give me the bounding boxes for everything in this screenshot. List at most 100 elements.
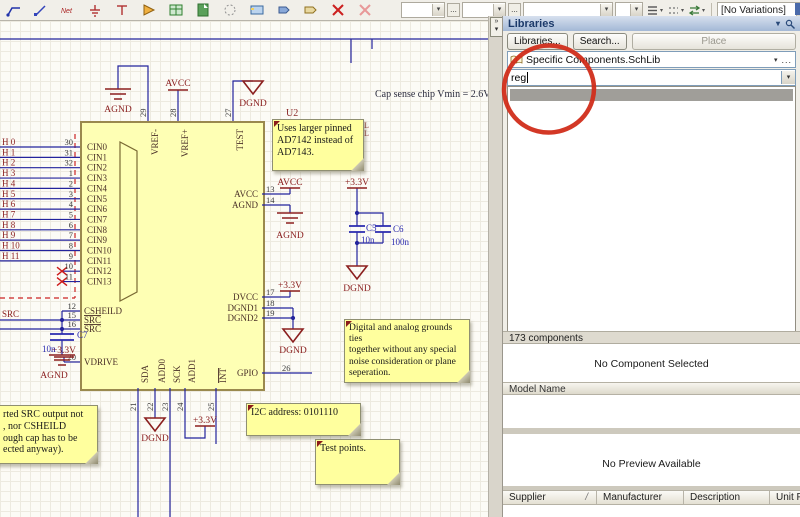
swap-arrows-menu-button[interactable]: ▾ xyxy=(687,3,706,17)
library-selector[interactable]: Specific Components.SchLib ▾ ... xyxy=(507,51,796,68)
sheet-symbol-icon[interactable] xyxy=(249,2,265,18)
note-collapse-triangle xyxy=(274,121,280,127)
model-list[interactable] xyxy=(503,395,800,428)
filter-input-value: reg xyxy=(508,72,526,84)
power-label: +3.3V xyxy=(345,178,369,188)
libraries-panel: Libraries ▾ Libraries... Search... Place… xyxy=(502,16,800,517)
pin-number: 20 xyxy=(68,352,77,362)
junction-dot xyxy=(60,318,64,322)
net-label: H 0 xyxy=(2,137,16,147)
schematic-note[interactable]: Digital and analog grounds tiestogether … xyxy=(344,319,470,383)
schematic-note[interactable]: Test points. xyxy=(315,439,400,485)
toolbar-dropdown-1[interactable]: ▾ xyxy=(401,2,445,18)
schematic-note[interactable]: Uses larger pinnedAD7142 instead ofAD714… xyxy=(272,119,364,171)
chevron-down-icon: ▾ xyxy=(630,4,642,16)
no-erc-mark xyxy=(57,278,67,286)
sheet-file-icon[interactable] xyxy=(195,2,211,18)
filter-combobox[interactable]: reg ▾ xyxy=(507,69,796,86)
panel-menu-icon[interactable]: ▾ xyxy=(776,19,780,28)
annotation-text: Cap sense chip Vmin = 2.6V xyxy=(375,89,488,100)
no-preview-text: No Preview Available xyxy=(602,458,700,470)
power-label: DGND xyxy=(279,346,307,356)
column-header-supplier[interactable]: Supplier/ xyxy=(503,491,597,504)
schematic-note[interactable]: rted SRC output not, nor CSHEILDough cap… xyxy=(0,405,98,464)
note-collapse-triangle xyxy=(346,321,352,327)
no-erc-icon[interactable] xyxy=(330,2,346,18)
schematic-note[interactable]: I2C address: 0101110 xyxy=(246,403,361,436)
junction-dot xyxy=(60,327,64,331)
no-component-area: No Component Selected xyxy=(503,344,800,382)
pin-number: 32 xyxy=(65,158,74,168)
pin-number: 1 xyxy=(69,168,73,178)
pin-number: 21 xyxy=(128,403,138,412)
lines-menu-button[interactable]: ▾ xyxy=(645,3,664,17)
sheet-entry-icon[interactable] xyxy=(276,2,292,18)
gnd-power-port-icon[interactable] xyxy=(87,2,103,18)
power-label: +3.3V xyxy=(193,416,217,426)
place-part-icon[interactable] xyxy=(141,2,157,18)
sort-indicator: / xyxy=(585,492,588,504)
chevron-down-icon: ▾ xyxy=(600,4,612,16)
chevron-down-icon[interactable]: ▾ xyxy=(770,56,782,64)
pin-number: 5 xyxy=(69,209,73,219)
libraries-button[interactable]: Libraries... xyxy=(507,33,568,50)
search-button[interactable]: Search... xyxy=(573,33,627,50)
column-header-manufacturer[interactable]: Manufacturer xyxy=(597,491,684,504)
no-erc-alt-icon[interactable] xyxy=(357,2,373,18)
pin-number: 12 xyxy=(68,301,77,311)
library-more-button[interactable]: ... xyxy=(781,55,795,65)
note-text: Uses larger pinnedAD7142 instead ofAD714… xyxy=(273,120,363,158)
shape-icon[interactable] xyxy=(222,2,238,18)
column-header-description[interactable]: Description xyxy=(684,491,770,504)
place-line-icon[interactable] xyxy=(33,2,49,18)
net-label: H 3 xyxy=(2,168,16,178)
note-text: I2C address: 0101110 xyxy=(247,404,360,419)
no-component-text: No Component Selected xyxy=(594,358,708,370)
toolbar-edge-icon[interactable] xyxy=(795,3,800,15)
column-header-unit-price[interactable]: Unit Price xyxy=(770,491,800,504)
net-label-icon[interactable]: Net xyxy=(60,2,76,18)
model-name-header[interactable]: Model Name xyxy=(503,382,800,395)
component-list[interactable] xyxy=(507,86,796,333)
pin-number: 11 xyxy=(65,272,73,282)
ground-triangle-symbol xyxy=(283,329,303,342)
pin-number: 26 xyxy=(282,363,291,373)
net-label: H 10 xyxy=(2,241,20,251)
place-button[interactable]: Place xyxy=(632,33,796,50)
ground-triangle-symbol xyxy=(347,266,367,279)
note-text: rted SRC output not, nor CSHEILDough cap… xyxy=(0,406,97,456)
port-icon[interactable] xyxy=(303,2,319,18)
chevron-down-icon[interactable]: ▾ xyxy=(781,71,795,84)
pin-number: 16 xyxy=(68,319,77,329)
pin-number: 30 xyxy=(65,137,74,147)
earth-ground-symbol xyxy=(105,89,131,99)
pin-number: 10 xyxy=(65,261,74,271)
preview-area: No Preview Available xyxy=(503,434,800,486)
component-value: 10n xyxy=(42,344,56,354)
ground-triangle-symbol xyxy=(243,81,263,94)
net-label: H 2 xyxy=(2,158,15,168)
pin-number: 29 xyxy=(138,109,148,118)
panel-rail: »▾ xyxy=(488,16,503,517)
sheet-table-icon[interactable] xyxy=(168,2,184,18)
chevron-down-icon: ▾ xyxy=(493,4,505,16)
browse-button-1[interactable]: ... xyxy=(447,3,460,17)
net-label: H 6 xyxy=(2,199,16,209)
supplier-table-body[interactable] xyxy=(503,505,800,517)
component-body-u2[interactable] xyxy=(80,121,265,391)
vcc-power-port-icon[interactable] xyxy=(114,2,130,18)
browse-button-2[interactable]: ... xyxy=(508,3,521,17)
note-text: Test points. xyxy=(316,440,399,455)
pin-icon[interactable] xyxy=(785,19,795,29)
net-label: H 1 xyxy=(2,147,15,157)
svg-text:Net: Net xyxy=(61,8,73,15)
dashed-lines-menu-button[interactable]: ▾ xyxy=(666,3,685,17)
library-selector-value: Specific Components.SchLib xyxy=(526,54,770,66)
net-label: H 8 xyxy=(2,220,16,230)
net-label: H 7 xyxy=(2,209,16,219)
schematic-canvas[interactable]: H 030CIN0H 131CIN1H 232CIN2H 31CIN3H 42C… xyxy=(0,20,488,517)
power-label: DGND xyxy=(141,434,169,444)
wire-tool-icon[interactable] xyxy=(6,2,22,18)
pin-number: 24 xyxy=(175,402,185,411)
selected-row[interactable] xyxy=(510,89,793,101)
